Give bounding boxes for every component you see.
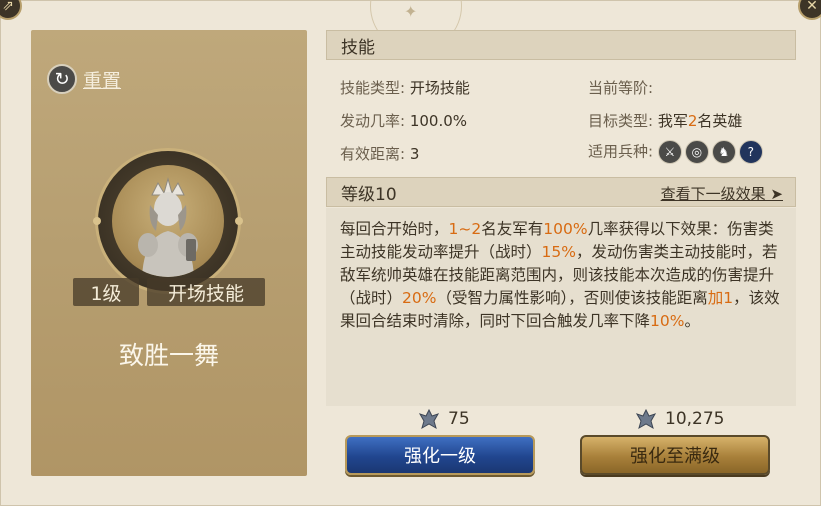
target-type-row: 目标类型: 我军2名英雄 — [588, 110, 742, 131]
upgrade-max-cost-value: 10,275 — [665, 409, 725, 429]
desc-highlight: 15% — [541, 243, 576, 261]
upgrade-one-cost: 75 — [418, 408, 470, 430]
current-tier-key: 当前等阶: — [588, 79, 654, 97]
upgrade-one-cost-value: 75 — [448, 409, 470, 429]
skill-description: 每回合开始时，1~2名友军有100%几率获得以下效果：伤害类主动技能发动率提升（… — [326, 208, 796, 406]
trigger-rate-row: 发动几率: 100.0% — [340, 110, 467, 131]
queen-portrait-icon — [112, 165, 224, 277]
skill-portrait-frame — [93, 148, 243, 294]
skill-section-header: 技能 — [326, 30, 796, 60]
skill-point-icon — [635, 408, 657, 430]
upgrade-max-cost: 10,275 — [635, 408, 724, 430]
upgrade-to-max-label: 强化至满级 — [630, 446, 720, 467]
desc-text: 每回合开始时， — [340, 220, 449, 238]
upgrade-one-level-button[interactable]: 强化一级 — [345, 435, 535, 475]
reset-button[interactable]: ↻ 重置 — [47, 64, 121, 94]
skill-type-row: 技能类型: 开场技能 — [340, 77, 470, 98]
skill-card: ↻ 重置 1级 开场技能 致胜一舞 — [31, 30, 307, 476]
level-tag: 1级 — [73, 278, 139, 306]
view-next-level-link[interactable]: 查看下一级效果 ➤ — [661, 183, 783, 204]
desc-text: 。 — [684, 312, 700, 330]
current-tier-row: 当前等阶: — [588, 77, 653, 98]
skill-name: 致胜一舞 — [118, 341, 219, 370]
trigger-rate-key: 发动几率: — [340, 112, 406, 130]
desc-highlight: 加1 — [707, 289, 734, 307]
desc-highlight: 1~2 — [448, 220, 482, 238]
skill-type-key: 技能类型: — [340, 79, 406, 97]
range-key: 有效距离: — [340, 145, 406, 163]
skill-section-title: 技能 — [341, 37, 375, 58]
range-value: 3 — [409, 145, 420, 163]
range-row: 有效距离: 3 — [340, 143, 419, 164]
question-icon[interactable]: ? — [738, 140, 763, 164]
reset-label[interactable]: 重置 — [83, 66, 121, 93]
target-icon[interactable]: ◎ — [684, 140, 709, 164]
troop-types-row: 适用兵种: ⚔ ◎ ♞? — [588, 140, 766, 164]
level-section-header: 等级10 查看下一级效果 ➤ — [326, 177, 796, 207]
skill-type-tag: 开场技能 — [147, 278, 265, 306]
horse-icon[interactable]: ♞ — [711, 140, 736, 164]
frame-dot — [93, 217, 101, 225]
desc-highlight: 20% — [402, 289, 437, 307]
compass-ornament-icon: ✦ — [404, 2, 418, 21]
frame-dot — [235, 217, 243, 225]
reset-icon: ↻ — [47, 64, 77, 94]
upgrade-to-max-button[interactable]: 强化至满级 — [580, 435, 770, 475]
desc-text: （受智力属性影响），否则使该技能距离 — [436, 289, 708, 307]
upgrade-one-level-label: 强化一级 — [404, 446, 476, 467]
desc-text: 名友军有 — [481, 220, 544, 238]
skill-point-icon — [418, 408, 440, 430]
desc-highlight: 100% — [543, 220, 588, 238]
target-type-key: 目标类型: — [588, 112, 654, 130]
target-type-suffix: 名英雄 — [697, 112, 743, 130]
target-type-prefix: 我军 — [657, 112, 688, 130]
trigger-rate-value: 100.0% — [409, 112, 468, 130]
target-count: 2 — [687, 112, 698, 130]
desc-highlight: 10% — [650, 312, 685, 330]
level-label: 等级10 — [341, 184, 397, 205]
skill-type-value: 开场技能 — [409, 79, 470, 97]
troop-types-key: 适用兵种: — [588, 142, 654, 161]
sword-icon[interactable]: ⚔ — [657, 140, 682, 164]
